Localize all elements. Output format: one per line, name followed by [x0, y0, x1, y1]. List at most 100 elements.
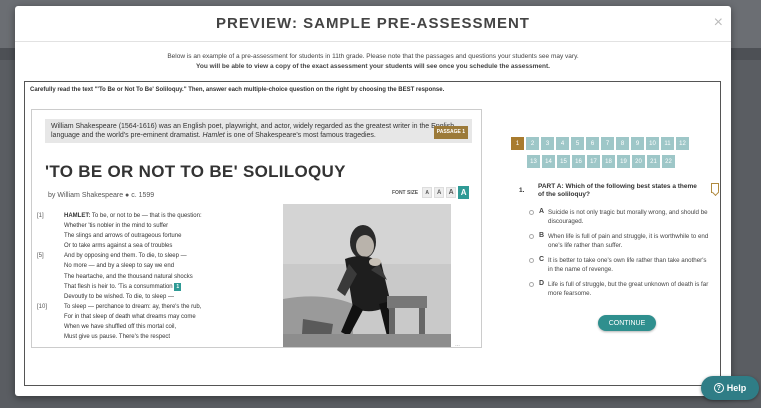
question-nav-button[interactable]: 1 [511, 137, 524, 150]
question-nav-button[interactable]: 20 [632, 155, 645, 168]
question-nav-button[interactable]: 4 [556, 137, 569, 150]
author-bio: William Shakespeare (1564-1616) was an E… [45, 119, 472, 143]
poem-line: The heartache, and the thousand natural … [37, 272, 282, 282]
question-text: PART A: Which of the following best stat… [538, 183, 697, 198]
question-nav-button[interactable]: 19 [617, 155, 630, 168]
poem-line: Or to take arms against a sea of trouble… [37, 241, 282, 251]
question-nav-button[interactable]: 8 [616, 137, 629, 150]
close-icon[interactable]: × [714, 14, 723, 32]
question-navigation: 1 2 3 4 5 6 7 8 9 10 11 12 13 14 15 16 1… [511, 137, 711, 168]
question-nav-button[interactable]: 16 [572, 155, 585, 168]
continue-button[interactable]: CONTINUE [598, 315, 656, 331]
question-nav-button[interactable]: 21 [647, 155, 660, 168]
passage-panel[interactable]: William Shakespeare (1564-1616) was an E… [31, 109, 482, 348]
question-nav-button[interactable]: 7 [601, 137, 614, 150]
scroll-indicator: … [455, 342, 460, 348]
radio-button[interactable] [529, 210, 534, 215]
hamlet-photo-illustration [283, 204, 451, 347]
answer-choice-b[interactable]: B When life is full of pain and struggle… [529, 232, 711, 250]
answer-choice-d[interactable]: D Life is full of struggle, but the grea… [529, 280, 711, 298]
question-nav-button[interactable]: 17 [587, 155, 600, 168]
answer-choices: A Suicide is not only tragic but morally… [529, 208, 711, 304]
question-nav-button[interactable]: 22 [662, 155, 675, 168]
question-nav-button[interactable]: 11 [661, 137, 674, 150]
line-text: HAMLET: To be, or not to be — that is th… [64, 211, 202, 221]
line-text: Whether 'tis nobler in the mind to suffe… [64, 223, 169, 230]
line-text: Must give us pause. There's the respect [64, 334, 171, 341]
poem-line: Devoutly to be wished. To die, to sleep … [37, 292, 282, 302]
line-number [37, 261, 64, 271]
radio-button[interactable] [529, 258, 534, 263]
font-size-small-button[interactable]: A [422, 187, 433, 198]
intro-text: Below is an example of a pre-assessment … [15, 52, 731, 72]
question-nav-button[interactable]: 14 [542, 155, 555, 168]
question-nav-button[interactable]: 13 [527, 155, 540, 168]
bio-text-2: is one of Shakespeare's most famous trag… [224, 132, 376, 139]
line-number [37, 292, 64, 302]
passage-title: 'TO BE OR NOT TO BE' SOLILOQUY [45, 162, 346, 181]
line-text: The slings and arrows of outrageous fort… [64, 233, 182, 240]
answer-choice-c[interactable]: C It is better to take one's own life ra… [529, 256, 711, 274]
poem-line: [10] To sleep — perchance to dream: ay, t… [37, 302, 282, 312]
question-nav-button[interactable]: 5 [571, 137, 584, 150]
question-nav-button[interactable]: 15 [557, 155, 570, 168]
radio-button[interactable] [529, 282, 534, 287]
speaker-name: HAMLET: [64, 213, 91, 219]
question-nav-button[interactable]: 2 [526, 137, 539, 150]
poem-line: [1] HAMLET: To be, or not to be — that is… [37, 211, 282, 221]
bookmark-icon[interactable] [711, 183, 719, 193]
font-size-xlarge-button[interactable]: A [458, 186, 470, 199]
question-nav-row-1: 1 2 3 4 5 6 7 8 9 10 11 12 [511, 137, 689, 150]
vocab-marker[interactable]: 1 [174, 282, 182, 291]
line-number [37, 312, 64, 322]
question-nav-row-2: 13 14 15 16 17 18 19 20 21 22 [527, 155, 675, 168]
choice-text: It is better to take one's own life rath… [548, 257, 707, 273]
help-icon: ? [713, 383, 724, 393]
bio-italic: Hamlet [202, 132, 225, 139]
line-number [37, 272, 64, 282]
poem-line: [5] And by opposing end them. To die, to … [37, 251, 282, 261]
line-number: [5] [37, 253, 44, 260]
preview-modal: PREVIEW: SAMPLE PRE-ASSESSMENT × Below i… [15, 6, 731, 396]
poem-line: When we have shuffled off this mortal co… [37, 322, 282, 332]
line-number [37, 221, 64, 231]
poem-line: Whether 'tis nobler in the mind to suffe… [37, 221, 282, 231]
passage-badge: PASSAGE 1 [433, 126, 468, 139]
line-number [37, 241, 64, 251]
modal-header: PREVIEW: SAMPLE PRE-ASSESSMENT × [15, 6, 731, 42]
choice-text: When life is full of pain and struggle, … [548, 233, 709, 249]
font-size-medium-button[interactable]: A [434, 187, 445, 198]
question-nav-button[interactable]: 10 [646, 137, 659, 150]
line-body: To be, or not to be — that is the questi… [90, 213, 202, 219]
line-text: The heartache, and the thousand natural … [64, 273, 193, 280]
font-size-label: FONT SIZE [392, 189, 419, 196]
question-nav-button[interactable]: 6 [586, 137, 599, 150]
passage-author: by William Shakespeare ● c. 1599 [48, 192, 155, 199]
line-number: [1] [37, 213, 44, 219]
line-text: And by opposing end them. To die, to sle… [64, 253, 187, 260]
choice-text: Suicide is not only tragic but morally w… [548, 209, 708, 225]
question-panel: 1 2 3 4 5 6 7 8 9 10 11 12 13 14 15 16 1… [511, 137, 719, 297]
intro-line-1: Below is an example of a pre-assessment … [167, 53, 579, 60]
question-nav-button[interactable]: 9 [631, 137, 644, 150]
poem-line: Must give us pause. There's the respect [37, 332, 282, 342]
line-text: For in that sleep of death what dreams m… [64, 313, 196, 320]
question-nav-button[interactable]: 12 [676, 137, 689, 150]
assessment-frame: Carefully read the text "'To Be or Not T… [24, 81, 721, 386]
line-text: That flesh is heir to. 'Tis a consummati… [64, 282, 182, 292]
modal-title: PREVIEW: SAMPLE PRE-ASSESSMENT [216, 15, 530, 32]
radio-button[interactable] [529, 234, 534, 239]
line-number [37, 282, 64, 292]
help-button[interactable]: ? Help [701, 376, 759, 400]
line-number [37, 322, 64, 332]
question-nav-button[interactable]: 3 [541, 137, 554, 150]
line-number [37, 231, 64, 241]
poem-line: The slings and arrows of outrageous fort… [37, 231, 282, 241]
question-number: 1. [519, 187, 525, 194]
answer-choice-a[interactable]: A Suicide is not only tragic but morally… [529, 208, 711, 226]
font-size-large-button[interactable]: A [446, 187, 457, 198]
line-text: When we have shuffled off this mortal co… [64, 324, 177, 331]
question-nav-button[interactable]: 18 [602, 155, 615, 168]
choice-letter: B [539, 232, 545, 239]
choice-letter: D [539, 280, 545, 287]
